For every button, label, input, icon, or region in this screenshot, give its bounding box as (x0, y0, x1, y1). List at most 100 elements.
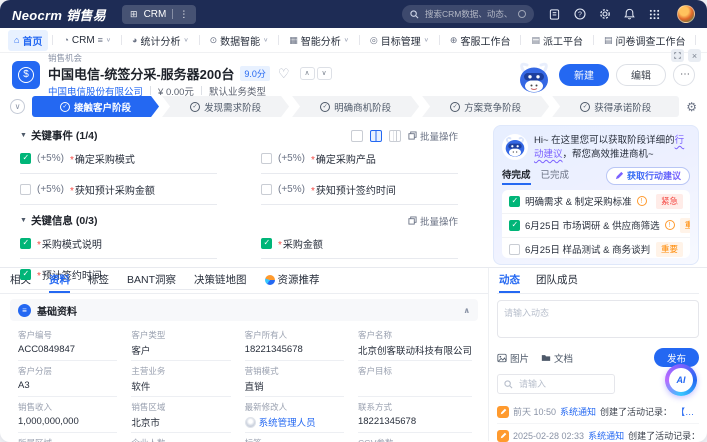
info-icon[interactable]: ! (637, 196, 647, 206)
next-record-button[interactable]: ∨ (317, 67, 332, 80)
tab-activity[interactable]: 动态 (499, 268, 520, 293)
form-field: 企业人数666 (131, 433, 230, 442)
stage-settings-gear-icon[interactable]: ⚙ (686, 100, 697, 114)
avatar (245, 417, 256, 428)
nav-item-dispatch-platform[interactable]: ▤ 派工平台 (525, 30, 589, 51)
checkbox[interactable] (20, 153, 31, 164)
tab-profile[interactable]: 资料 (49, 268, 70, 293)
layout-two-column-icon[interactable] (370, 130, 382, 142)
stage-confirm-opportunity[interactable]: ✓ 明确商机阶段 (292, 96, 419, 117)
layout-one-column-icon[interactable] (351, 130, 363, 142)
prev-record-button[interactable]: ∧ (300, 67, 315, 80)
more-actions-button[interactable]: ⋯ (673, 64, 695, 86)
bell-icon[interactable] (623, 8, 636, 21)
close-icon[interactable]: × (688, 49, 701, 62)
app-switcher[interactable]: ⊞ CRM ⋮ (122, 5, 196, 24)
checkbox[interactable] (509, 196, 520, 207)
info-icon[interactable]: ! (665, 220, 675, 230)
collapse-stages-icon[interactable]: ∨ (10, 99, 25, 114)
checkbox[interactable] (509, 220, 520, 231)
activity-feed-panel: 动态 团队成员 图片 文档 发布 AI (488, 268, 707, 441)
briefcase-icon: ▤ (531, 36, 540, 45)
user-avatar[interactable] (677, 5, 695, 23)
favorite-heart-icon[interactable]: ♡ (278, 67, 290, 80)
stage-discover-needs[interactable]: ✓ 发现需求阶段 (162, 96, 289, 117)
tab-todo[interactable]: 待完成 (502, 167, 531, 185)
feed-item[interactable]: 2025-02-28 02:33 系统通知 创建了活动记录： 【苏... (497, 424, 699, 442)
weight-label: (+5%) (37, 153, 64, 164)
attach-doc-button[interactable]: 文档 (541, 351, 573, 365)
task-item[interactable]: 明确需求 & 制定采购标准 ! 紧急 (502, 190, 690, 214)
task-item[interactable]: 6月25日 样品测试 & 商务谈判 ! 重要 (502, 238, 690, 258)
settings-gear-icon[interactable] (598, 8, 611, 21)
nav-label: 问卷调查工作台 (615, 33, 685, 48)
nav-item-crm[interactable]: ◔ CRM ≡ ∨ (57, 32, 117, 49)
checkbox[interactable] (20, 184, 31, 195)
checkbox[interactable] (261, 184, 272, 195)
triangle-collapse-icon[interactable]: ▼ (20, 217, 27, 224)
checkbox[interactable] (261, 238, 272, 249)
nav-item-home[interactable]: ⌂ 首页 (8, 30, 48, 51)
nav-item-survey-workbench-1[interactable]: ▤ 问卷调查工作台 (598, 30, 692, 51)
mascot-icon (516, 60, 552, 96)
key-info-item: 采购金额 (261, 228, 458, 259)
basic-info-section-header[interactable]: ≡ 基础资料 ∧ (10, 299, 478, 321)
nav-item-goal-management[interactable]: ◎ 目标管理 ∨ (364, 30, 435, 51)
feed-target-link[interactable]: 【苏大强】创... (676, 405, 699, 418)
new-button[interactable]: 新建 (559, 64, 609, 86)
sparkle-icon (265, 275, 275, 285)
stage-gain-commitment[interactable]: ✓ 获得承诺阶段 (552, 96, 679, 117)
nav-item-survey-workbench-2[interactable]: ▤ 问卷调查工作台 (700, 30, 707, 51)
batch-action-button[interactable]: 批量操作 (408, 129, 458, 143)
topbar: Neocrm 销售易 ⊞ CRM ⋮ ? (0, 0, 707, 28)
chevron-up-icon[interactable]: ∧ (464, 306, 471, 315)
checkbox[interactable] (261, 153, 272, 164)
triangle-collapse-icon[interactable]: ▼ (20, 132, 27, 139)
nav-item-analytics[interactable]: ◕ 统计分析 ∨ (126, 30, 195, 51)
attach-image-button[interactable]: 图片 (497, 351, 529, 365)
nav-item-data-intelligence[interactable]: ⊙ 数据智能 ∨ (204, 30, 275, 51)
nav-label: 首页 (22, 33, 42, 48)
key-event-item: (+5%) 获知预计采购金额 (20, 174, 217, 205)
tab-decision-chain-map[interactable]: 决策链地图 (194, 268, 247, 293)
global-search[interactable] (402, 5, 534, 23)
tab-team-members[interactable]: 团队成员 (536, 268, 578, 293)
checkbox[interactable] (20, 269, 31, 280)
activity-input[interactable] (497, 300, 699, 338)
feed-time: 前天 10:50 (513, 405, 556, 418)
stage-solution-competition[interactable]: ✓ 方案竞争阶段 (422, 96, 549, 117)
apps-grid-icon[interactable] (648, 8, 661, 21)
help-icon[interactable]: ? (573, 8, 586, 21)
feed-source-link[interactable]: 系统通知 (588, 429, 624, 442)
checkbox[interactable] (20, 238, 31, 249)
get-advice-button[interactable]: 获取行动建议 (606, 167, 690, 185)
tab-resource-recommend[interactable]: 资源推荐 (265, 268, 320, 293)
feed-item[interactable]: 前天 10:50 系统通知 创建了活动记录： 【苏大强】创... (497, 400, 699, 424)
stage-contact-customer[interactable]: ✓ 接触客户阶段 (32, 96, 159, 117)
tab-labels[interactable]: 标签 (88, 268, 109, 293)
voice-search-icon[interactable] (518, 10, 526, 18)
feed-search[interactable] (497, 374, 615, 394)
amount-value: ¥ 0.00元 (158, 84, 194, 98)
feed-search-input[interactable] (517, 378, 608, 390)
nav-item-smart-analysis[interactable]: ▦ 智能分析 ∨ (283, 30, 355, 51)
feed-source-link[interactable]: 系统通知 (560, 405, 596, 418)
document-icon: ≡ (18, 304, 31, 317)
notes-icon[interactable] (548, 8, 561, 21)
tab-bant-insight[interactable]: BANT洞察 (127, 268, 176, 293)
ai-assistant-button[interactable]: AI (665, 364, 697, 396)
key-info-title: 关键信息 (0/3) (31, 213, 98, 228)
target-icon: ◎ (370, 36, 378, 45)
batch-action-button[interactable]: 批量操作 (408, 214, 458, 228)
nav-item-service-workbench[interactable]: ⊕ 客服工作台 (444, 30, 517, 51)
layout-three-column-icon[interactable] (389, 130, 401, 142)
global-search-input[interactable] (423, 8, 514, 20)
tab-done[interactable]: 已完成 (541, 167, 570, 185)
task-item[interactable]: 6月25日 市场调研 & 供应商筛选 ! 重要 (502, 214, 690, 238)
form-field: 营销模式直销 (245, 361, 344, 397)
kebab-icon[interactable]: ⋮ (179, 9, 188, 20)
account-link[interactable]: 中国电信股份有限公司 (48, 84, 143, 98)
expand-icon[interactable] (671, 49, 684, 62)
checkbox[interactable] (509, 244, 520, 255)
edit-button[interactable]: 编辑 (616, 64, 666, 86)
